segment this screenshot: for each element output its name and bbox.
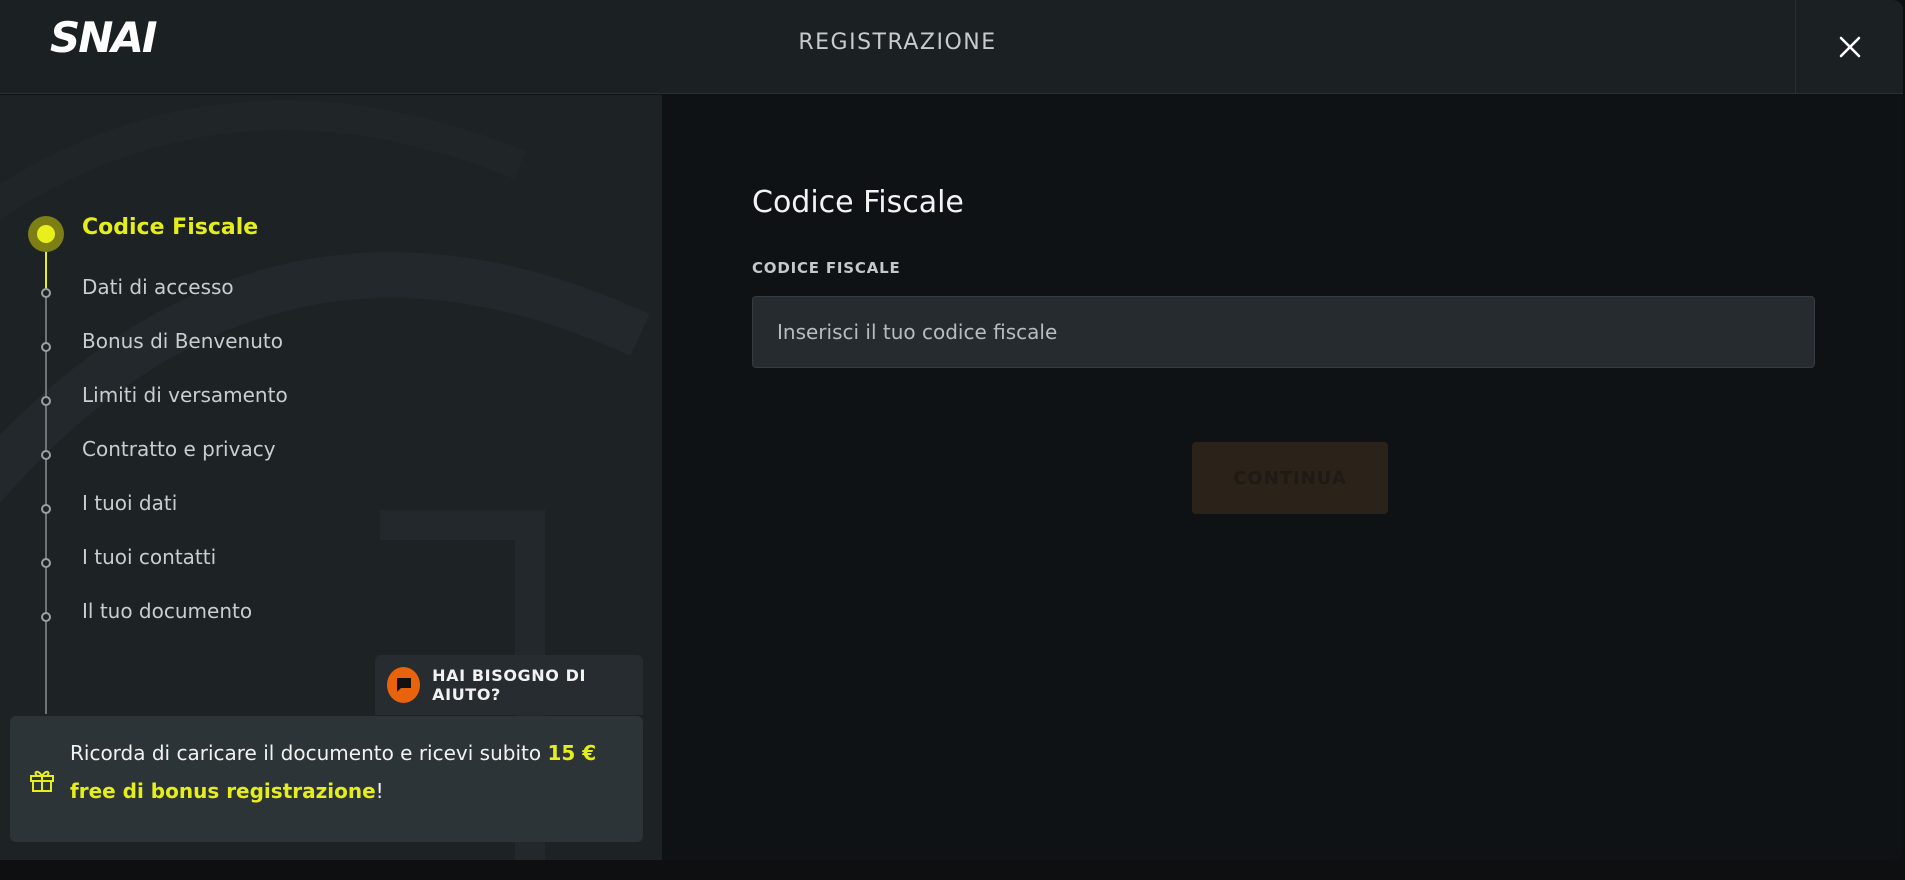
step-indicator (41, 450, 51, 460)
step-connector (45, 290, 47, 714)
codice-fiscale-input[interactable] (752, 296, 1815, 368)
bonus-reminder: Ricorda di caricare il documento e ricev… (10, 716, 643, 842)
main-panel: Codice Fiscale CODICE FISCALE CONTINUA (662, 95, 1903, 860)
step-indicator (41, 288, 51, 298)
step-dati-di-accesso: Dati di accesso (82, 275, 234, 299)
close-icon (1839, 36, 1860, 58)
step-indicator (41, 504, 51, 514)
close-button[interactable] (1795, 0, 1903, 94)
step-bonus-di-benvenuto: Bonus di Benvenuto (82, 329, 283, 353)
steps-list: Codice Fiscale Dati di accesso Bonus di … (0, 95, 662, 714)
continue-button[interactable]: CONTINUA (1192, 442, 1388, 514)
step-il-tuo-documento: Il tuo documento (82, 599, 253, 623)
step-indicator (41, 558, 51, 568)
step-indicator (41, 396, 51, 406)
header: SNAI REGISTRAZIONE (0, 0, 1903, 94)
registration-modal: SNAI REGISTRAZIONE Codice Fiscale Dati d… (0, 0, 1903, 860)
help-label: HAI BISOGNO DI AIUTO? (432, 666, 587, 704)
codice-fiscale-label: CODICE FISCALE (752, 259, 901, 277)
page-title: REGISTRAZIONE (798, 30, 997, 55)
bonus-text: Ricorda di caricare il documento e ricev… (70, 734, 620, 810)
help-button[interactable]: HAI BISOGNO DI AIUTO? (375, 655, 643, 715)
step-indicator (41, 612, 51, 622)
bonus-text-before: Ricorda di caricare il documento e ricev… (70, 741, 548, 765)
step-codice-fiscale: Codice Fiscale (82, 215, 259, 240)
gift-icon (30, 770, 54, 792)
steps-sidebar: Codice Fiscale Dati di accesso Bonus di … (0, 95, 662, 860)
step-contratto-e-privacy: Contratto e privacy (82, 437, 276, 461)
bonus-text-after: ! (375, 779, 384, 803)
step-i-tuoi-dati: I tuoi dati (82, 491, 178, 515)
step-indicator-active (28, 216, 64, 252)
chat-icon (387, 667, 421, 703)
section-title: Codice Fiscale (752, 185, 964, 220)
step-i-tuoi-contatti: I tuoi contatti (82, 545, 217, 569)
step-indicator (41, 342, 51, 352)
step-limiti-di-versamento: Limiti di versamento (82, 383, 288, 407)
